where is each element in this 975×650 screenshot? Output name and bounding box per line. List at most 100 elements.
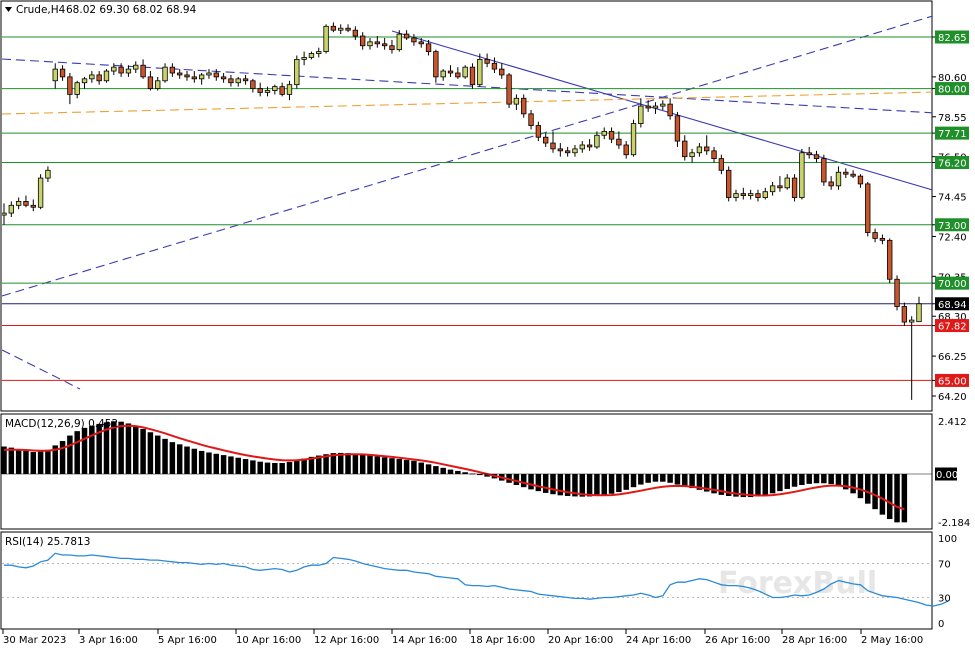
candle-body xyxy=(177,72,183,76)
time-label: 2 May 16:00 xyxy=(861,635,923,646)
lower-dashed-line xyxy=(2,349,81,390)
candle xyxy=(228,74,234,87)
candle-body xyxy=(535,125,542,138)
candle xyxy=(360,32,366,50)
candle-body xyxy=(550,142,556,150)
price-tag-label: 77.71 xyxy=(938,129,967,140)
candle xyxy=(704,135,710,155)
candle-body xyxy=(769,185,776,193)
candle-body xyxy=(264,90,271,93)
candle xyxy=(89,71,95,83)
candle-body xyxy=(682,140,688,158)
candle xyxy=(564,146,571,157)
candle-body xyxy=(235,78,241,84)
time-label: 5 Apr 16:00 xyxy=(158,635,217,646)
candle-body xyxy=(403,33,410,39)
macd-bar xyxy=(542,474,549,493)
candle-body xyxy=(184,74,190,78)
time-label: 26 Apr 16:00 xyxy=(705,635,770,646)
candle-body xyxy=(272,86,278,91)
candle-body xyxy=(345,27,351,31)
candle xyxy=(901,302,908,326)
candle xyxy=(484,53,490,68)
candle xyxy=(184,71,190,81)
candle xyxy=(316,47,322,58)
candle xyxy=(528,109,534,130)
candle xyxy=(630,119,637,157)
candle-body xyxy=(608,130,615,140)
candle xyxy=(338,24,344,35)
candle-body xyxy=(689,152,695,158)
candle-body xyxy=(74,82,80,95)
candle-body xyxy=(696,146,703,154)
candle-body xyxy=(733,193,739,198)
candle-body xyxy=(30,204,36,208)
time-label: 20 Apr 16:00 xyxy=(548,635,613,646)
candle-body xyxy=(59,68,66,78)
macd-bar xyxy=(74,431,80,474)
candle-body xyxy=(206,72,212,76)
candle xyxy=(916,296,922,323)
candle-body xyxy=(381,43,388,47)
candle xyxy=(294,55,300,89)
candle xyxy=(726,166,732,202)
price-tag-label: 73.00 xyxy=(938,221,967,232)
time-label: 30 Mar 2023 xyxy=(3,635,66,646)
candle-body xyxy=(96,74,102,82)
macd-bar xyxy=(15,449,22,474)
macd-bar xyxy=(623,474,629,490)
price-tag-label: 80.00 xyxy=(938,85,967,96)
macd-bar xyxy=(777,474,783,492)
macd-bar xyxy=(755,474,761,497)
chart-window: ForexBull 82.6580.6080.0078.5577.7176.50… xyxy=(0,0,975,650)
macd-bar xyxy=(264,462,271,474)
macd-bar xyxy=(411,460,417,474)
time-label: 18 Apr 16:00 xyxy=(470,635,535,646)
candle xyxy=(8,201,14,217)
macd-bar xyxy=(191,448,198,474)
candle-body xyxy=(147,76,154,89)
candle xyxy=(301,51,307,66)
macd-bar xyxy=(352,453,359,474)
macd-bar xyxy=(45,449,51,474)
macd-bar xyxy=(857,474,864,499)
candle xyxy=(433,49,439,83)
candle-body xyxy=(440,70,446,78)
price-tag-label: 70.00 xyxy=(938,279,967,290)
candle xyxy=(682,135,688,161)
time-label: 12 Apr 16:00 xyxy=(314,635,379,646)
rsi-label: RSI(14) 25.7813 xyxy=(5,536,90,548)
candle xyxy=(791,174,798,202)
macd-bar xyxy=(652,474,659,482)
chart-canvas[interactable]: ForexBull 82.6580.6080.0078.5577.7176.50… xyxy=(0,0,975,650)
candle xyxy=(477,53,483,87)
candle-body xyxy=(286,84,293,95)
macd-bar xyxy=(513,474,520,485)
candle xyxy=(103,69,110,83)
candle xyxy=(843,168,849,179)
candle-body xyxy=(865,183,871,233)
macd-bar xyxy=(784,474,790,489)
candle xyxy=(206,69,212,79)
candle xyxy=(784,174,790,190)
macd-bar xyxy=(528,474,534,490)
candle xyxy=(689,148,695,163)
candle-body xyxy=(601,130,607,136)
candle-body xyxy=(843,171,849,175)
macd-bar xyxy=(799,474,805,485)
dropdown-triangle-icon[interactable] xyxy=(5,7,12,12)
macd-bar xyxy=(645,474,651,483)
macd-bar xyxy=(147,432,154,474)
candle xyxy=(140,59,146,79)
candle-body xyxy=(360,35,366,47)
price-panel-frame xyxy=(0,0,933,412)
macd-bar xyxy=(835,474,842,487)
macd-bar xyxy=(286,461,293,474)
candle-body xyxy=(572,148,578,154)
candle-body xyxy=(784,177,790,189)
candle xyxy=(755,189,761,202)
macd-bar xyxy=(762,474,769,496)
candle-body xyxy=(506,74,512,105)
candle-body xyxy=(894,278,900,307)
candle xyxy=(616,131,622,149)
